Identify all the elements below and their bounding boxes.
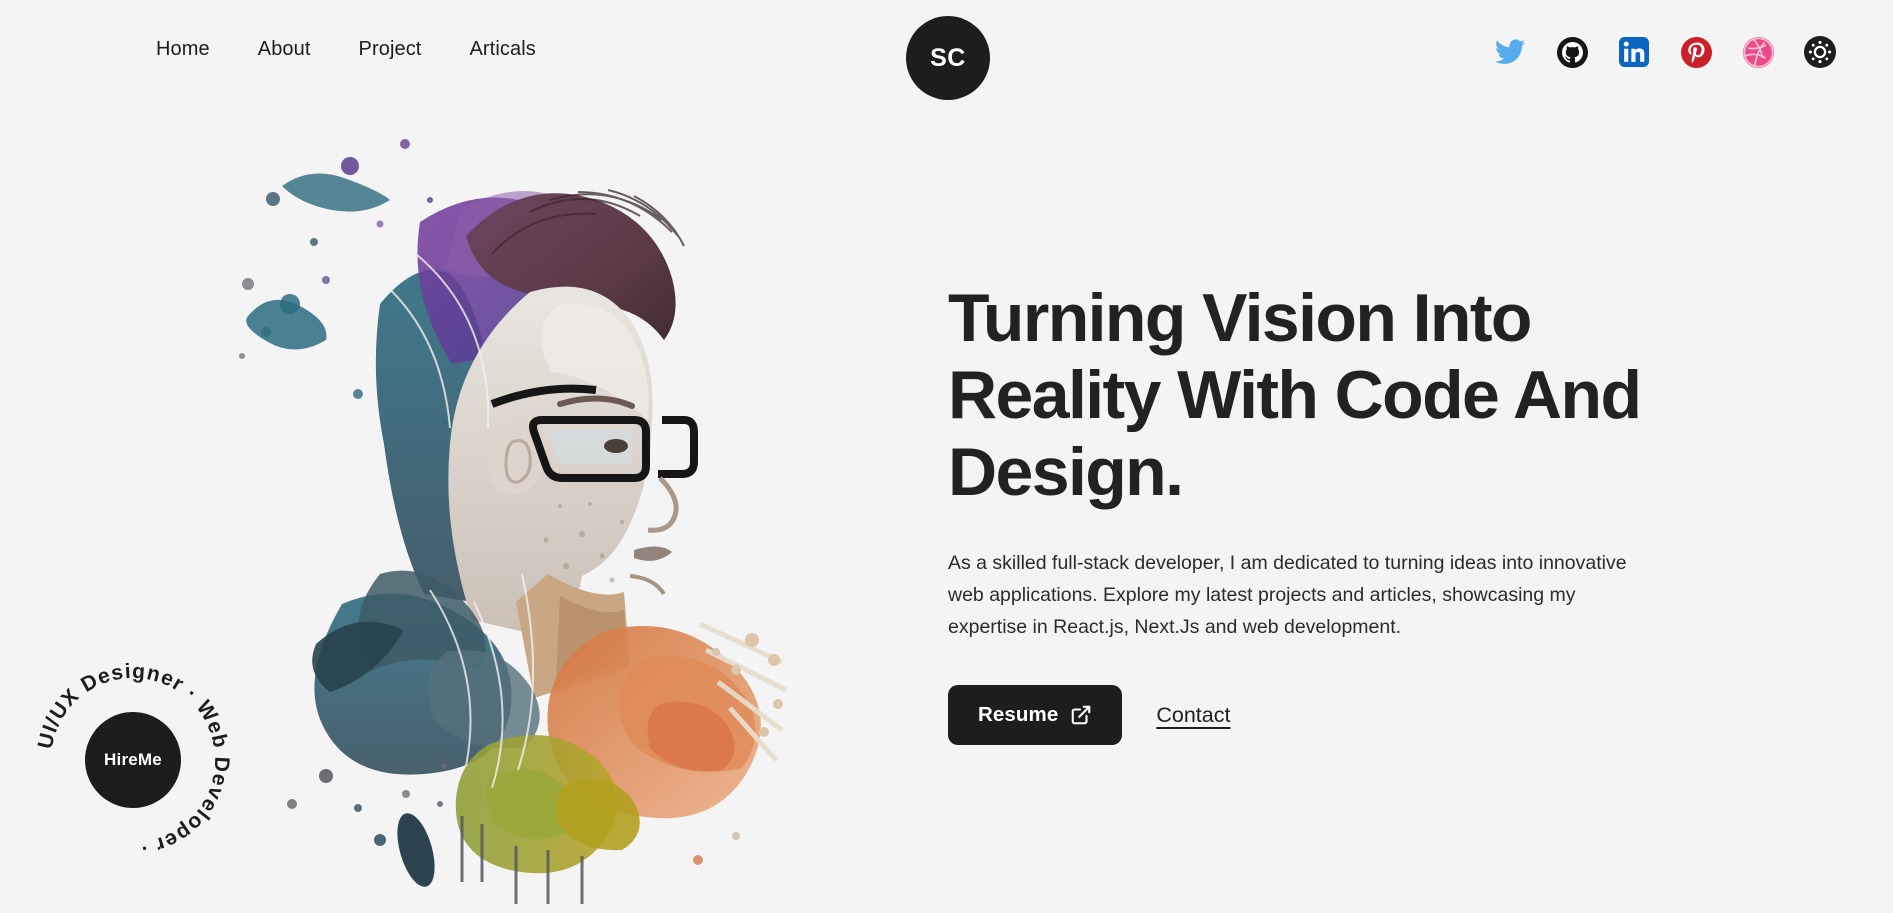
site-logo[interactable]: SC (906, 16, 990, 100)
hire-me-button[interactable]: HireMe (85, 712, 181, 808)
site-header: Home About Project Articals SC (0, 0, 1893, 106)
page-title: Turning Vision Into Reality With Code An… (948, 280, 1642, 510)
linkedin-icon[interactable] (1617, 35, 1651, 69)
github-icon[interactable] (1555, 35, 1589, 69)
twitter-icon[interactable] (1493, 35, 1527, 69)
social-links (1493, 35, 1837, 69)
hero-portrait-illustration (230, 104, 790, 904)
dribbble-icon[interactable] (1741, 35, 1775, 69)
nav-item-articals[interactable]: Articals (469, 38, 535, 61)
hero-actions: Resume Contact (948, 685, 1748, 746)
hero-content: Turning Vision Into Reality With Code An… (948, 280, 1748, 746)
nav-item-home[interactable]: Home (156, 38, 210, 61)
theme-toggle-sun-icon[interactable] (1803, 35, 1837, 69)
main-navigation: Home About Project Articals (156, 38, 536, 61)
pinterest-icon[interactable] (1679, 35, 1713, 69)
external-link-icon (1070, 704, 1092, 726)
logo-initials: SC (930, 43, 966, 72)
hero-description: As a skilled full-stack developer, I am … (948, 552, 1627, 638)
resume-button[interactable]: Resume (948, 685, 1123, 746)
contact-link[interactable]: Contact (1156, 703, 1230, 728)
nav-item-project[interactable]: Project (359, 38, 422, 61)
nav-item-about[interactable]: About (258, 38, 311, 61)
resume-button-label: Resume (978, 703, 1059, 727)
hire-me-badge[interactable]: UI/UX Designer · Web Developer · HireMe (28, 655, 238, 865)
hire-me-label: HireMe (104, 750, 162, 769)
